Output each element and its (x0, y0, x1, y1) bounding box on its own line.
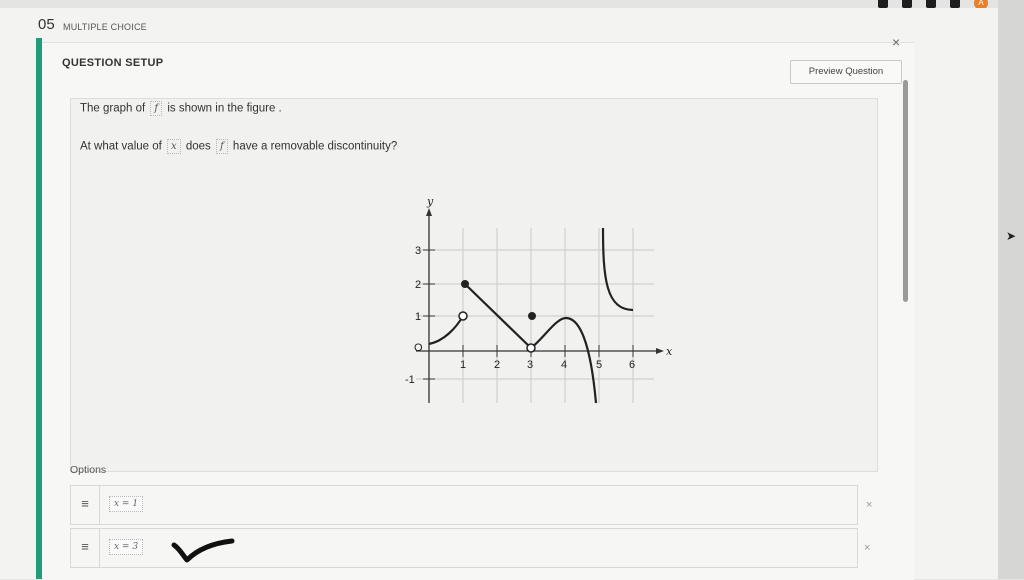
sidebar-icon[interactable] (950, 0, 960, 8)
mouse-cursor-icon: ➤ (1006, 229, 1017, 243)
x-tick-label: 2 (494, 359, 500, 371)
drag-handle-icon[interactable]: ≡ (71, 486, 100, 524)
option-row[interactable]: ≡ x = 1 (70, 485, 858, 525)
window-icon[interactable] (878, 0, 888, 8)
line2-prefix: At what value of (80, 140, 162, 153)
math-var-f[interactable]: f (216, 139, 228, 154)
correct-answer-checkmark (171, 538, 235, 563)
y-tick-label: 3 (415, 245, 421, 257)
x-tick-label: 6 (629, 359, 635, 371)
x-axis-label: x (666, 345, 673, 358)
question-line-1: The graph of f is shown in the figure . (80, 101, 282, 116)
line1-prefix: The graph of (80, 102, 146, 115)
y-tick-label: 1 (415, 311, 421, 323)
x-axis-arrow (656, 348, 664, 354)
closed-point (461, 280, 469, 288)
scrollbar[interactable] (903, 80, 908, 302)
extension-icon[interactable] (902, 0, 912, 8)
function-graph: y x O 1 2 3 4 5 6 3 2 1 -1 (405, 195, 673, 404)
options-label: Options (70, 464, 107, 476)
x-tick-label: 5 (596, 359, 602, 371)
line1-suffix: is shown in the figure . (167, 102, 282, 115)
math-var-x[interactable]: x (167, 139, 181, 154)
option-math-field[interactable]: x = 1 (109, 496, 144, 512)
y-tick-label: -1 (405, 374, 415, 386)
y-axis-label: y (426, 195, 434, 208)
x-tick-label: 3 (527, 359, 533, 371)
y-tick-label: 2 (415, 279, 421, 291)
math-var-f[interactable]: f (150, 101, 163, 116)
remove-option-icon[interactable]: × (866, 499, 872, 511)
question-type: MULTIPLE CHOICE (63, 22, 147, 32)
line2-middle: does (185, 140, 211, 153)
screen-edge (998, 0, 1024, 579)
x-tick-label: 1 (460, 359, 466, 371)
setup-title: QUESTION SETUP (62, 57, 164, 69)
remove-option-icon[interactable]: × (864, 542, 870, 554)
puzzle-icon[interactable] (926, 0, 936, 8)
x-tick-label: 4 (561, 359, 567, 371)
curve-right (601, 227, 634, 312)
curve-left (428, 315, 464, 346)
option-math-field[interactable]: x = 3 (109, 539, 144, 555)
question-line-2: At what value of x does f have a removab… (80, 139, 397, 154)
close-icon[interactable]: × (892, 34, 900, 50)
drag-handle-icon[interactable]: ≡ (71, 529, 100, 567)
preview-question-button[interactable]: Preview Question (790, 60, 902, 84)
open-point (526, 343, 536, 353)
question-number: 05 (38, 16, 55, 33)
closed-point (528, 312, 536, 320)
line2-suffix: have a removable discontinuity? (232, 140, 398, 153)
y-axis-arrow (426, 208, 432, 216)
origin-label: O (414, 342, 423, 354)
open-point (458, 311, 468, 321)
